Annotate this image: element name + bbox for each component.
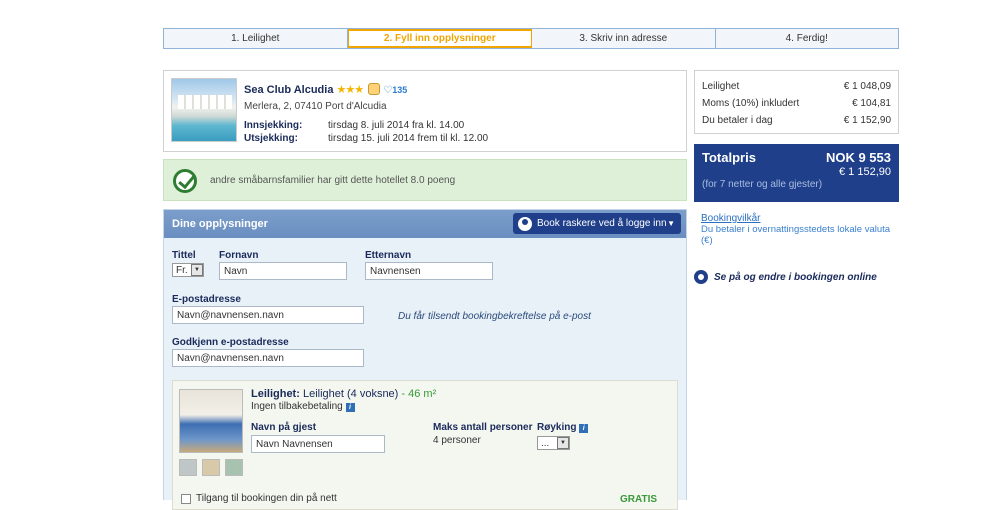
guest-name-label: Navn på gjest: [251, 422, 317, 433]
booking-terms-link[interactable]: Bookingvilkår: [701, 213, 760, 224]
checkin-label: Innsjekking:: [244, 120, 303, 131]
total-price-box: Totalpris NOK 9 553 € 1 152,90 (for 7 ne…: [694, 144, 899, 202]
user-icon: [518, 216, 532, 231]
title-select[interactable]: Fr. ▼: [172, 263, 204, 277]
refund-policy: Ingen tilbakebetaling i: [251, 401, 355, 412]
hotel-photo: [171, 78, 237, 142]
step-2-active: 2. Fyll inn opplysninger: [347, 29, 532, 48]
online-access-checkbox[interactable]: [181, 494, 191, 504]
checkout-value: tirsdag 15. juli 2014 frem til kl. 12.00: [328, 133, 489, 144]
summary-label: Leilighet: [702, 81, 740, 92]
email-input[interactable]: [172, 306, 364, 324]
online-access-label: Tilgang til bookingen din på nett: [196, 493, 337, 504]
summary-row: Moms (10%) inkludert € 104,81: [702, 95, 891, 112]
summary-row: Leilighet € 1 048,09: [702, 78, 891, 95]
heart-icon[interactable]: ♡: [383, 85, 392, 96]
checkout-label: Utsjekking:: [244, 133, 298, 144]
room-title-bold: Leilighet:: [251, 388, 300, 400]
info-icon[interactable]: i: [579, 424, 589, 433]
login-button-label: Book raskere ved å logge inn: [537, 218, 667, 229]
rating-text: andre småbarnsfamilier har gitt dette ho…: [210, 175, 456, 186]
summary-value: € 1 152,90: [843, 115, 891, 126]
guest-details-panel: Dine opplysninger Book raskere ved å log…: [163, 209, 687, 510]
price-summary: Leilighet € 1 048,09 Moms (10%) inkluder…: [694, 70, 899, 134]
hotel-name-row: Sea Club Alcudia ★★★ ♡135: [244, 83, 407, 96]
room-size: - 46 m²: [401, 388, 437, 400]
details-title: Dine opplysninger: [172, 218, 268, 230]
smoking-select[interactable]: ... ▼: [537, 436, 570, 450]
rating-box: andre småbarnsfamilier har gitt dette ho…: [163, 159, 687, 201]
total-nok: NOK 9 553: [825, 150, 891, 165]
room-section: Leilighet: Leilighet (4 voksne) - 46 m² …: [172, 380, 678, 510]
firstname-input[interactable]: [219, 262, 347, 280]
smoking-label: Røyking: [537, 422, 577, 433]
star-rating-icon: ★★★: [336, 84, 365, 96]
lastname-label: Etternavn: [365, 250, 412, 261]
room-thumbnail[interactable]: [225, 459, 243, 476]
summary-row: Du betaler i dag € 1 152,90: [702, 112, 891, 129]
details-header: Dine opplysninger Book raskere ved å log…: [164, 210, 686, 238]
step-4: 4. Ferdig!: [785, 33, 828, 44]
booking-steps: 1. Leilighet 2. Fyll inn opplysninger 3.…: [163, 28, 899, 49]
step-3: 3. Skriv inn adresse: [532, 29, 716, 48]
lastname-input[interactable]: [365, 262, 493, 280]
chevron-down-icon: ▼: [557, 437, 569, 449]
summary-value: € 1 048,09: [843, 81, 891, 92]
refund-policy-text: Ingen tilbakebetaling: [251, 401, 343, 412]
email-hint: Du får tilsendt bookingbekreftelse på e-…: [398, 311, 591, 322]
smoking-label-row: Røyking i: [537, 422, 589, 433]
room-title-rest: Leilighet (4 voksne): [302, 388, 399, 400]
likes-count: 135: [392, 85, 408, 95]
room-thumbnail[interactable]: [179, 459, 197, 476]
total-eur: € 1 152,90: [839, 166, 891, 178]
check-circle-icon: [173, 169, 197, 193]
summary-label: Moms (10%) inkludert: [702, 98, 800, 109]
room-photo[interactable]: [179, 389, 243, 453]
manage-booking-label: Se på og endre i bookingen online: [714, 271, 877, 283]
checkout-row: Utsjekking: tirsdag 15. juli 2014 frem ti…: [244, 133, 488, 144]
max-persons-value: 4 personer: [433, 435, 481, 446]
chevron-down-icon: ▼: [191, 264, 203, 276]
title-select-value: Fr.: [176, 264, 188, 276]
total-note: (for 7 netter og alle gjester): [702, 179, 823, 190]
hotel-card: Sea Club Alcudia ★★★ ♡135 Merlera, 2, 07…: [163, 70, 687, 152]
room-title: Leilighet: Leilighet (4 voksne) - 46 m²: [251, 388, 436, 400]
checkin-row: Innsjekking: tirsdag 8. juli 2014 fra kl.…: [244, 120, 464, 131]
hotel-name[interactable]: Sea Club Alcudia: [244, 84, 333, 96]
thumbs-up-icon: [368, 83, 381, 95]
email-label: E-postadresse: [172, 294, 241, 305]
confirm-email-label: Godkjenn e-postadresse: [172, 337, 289, 348]
gear-icon: [694, 270, 708, 284]
confirm-email-input[interactable]: [172, 349, 364, 367]
firstname-label: Fornavn: [219, 250, 259, 261]
title-label: Tittel: [172, 250, 196, 261]
guest-name-input[interactable]: [251, 435, 385, 453]
total-top: Totalpris NOK 9 553: [702, 150, 891, 165]
step-1[interactable]: 1. Leilighet: [164, 29, 348, 48]
smoking-select-value: ...: [541, 437, 550, 449]
total-label: Totalpris: [702, 150, 756, 165]
info-icon[interactable]: i: [345, 403, 355, 412]
currency-note: Du betaler i overnattingsstedets lokale …: [701, 224, 891, 246]
manage-booking-link[interactable]: Se på og endre i bookingen online: [694, 270, 877, 284]
hotel-address: Merlera, 2, 07410 Port d'Alcudia: [244, 101, 387, 112]
room-thumbnail[interactable]: [202, 459, 220, 476]
checkin-value: tirsdag 8. juli 2014 fra kl. 14.00: [328, 120, 465, 131]
login-button[interactable]: Book raskere ved å logge inn ▼: [513, 213, 681, 234]
chevron-down-icon: ▼: [667, 219, 675, 228]
max-persons-label: Maks antall personer: [433, 422, 533, 433]
summary-label: Du betaler i dag: [702, 115, 773, 126]
summary-value: € 104,81: [852, 98, 891, 109]
